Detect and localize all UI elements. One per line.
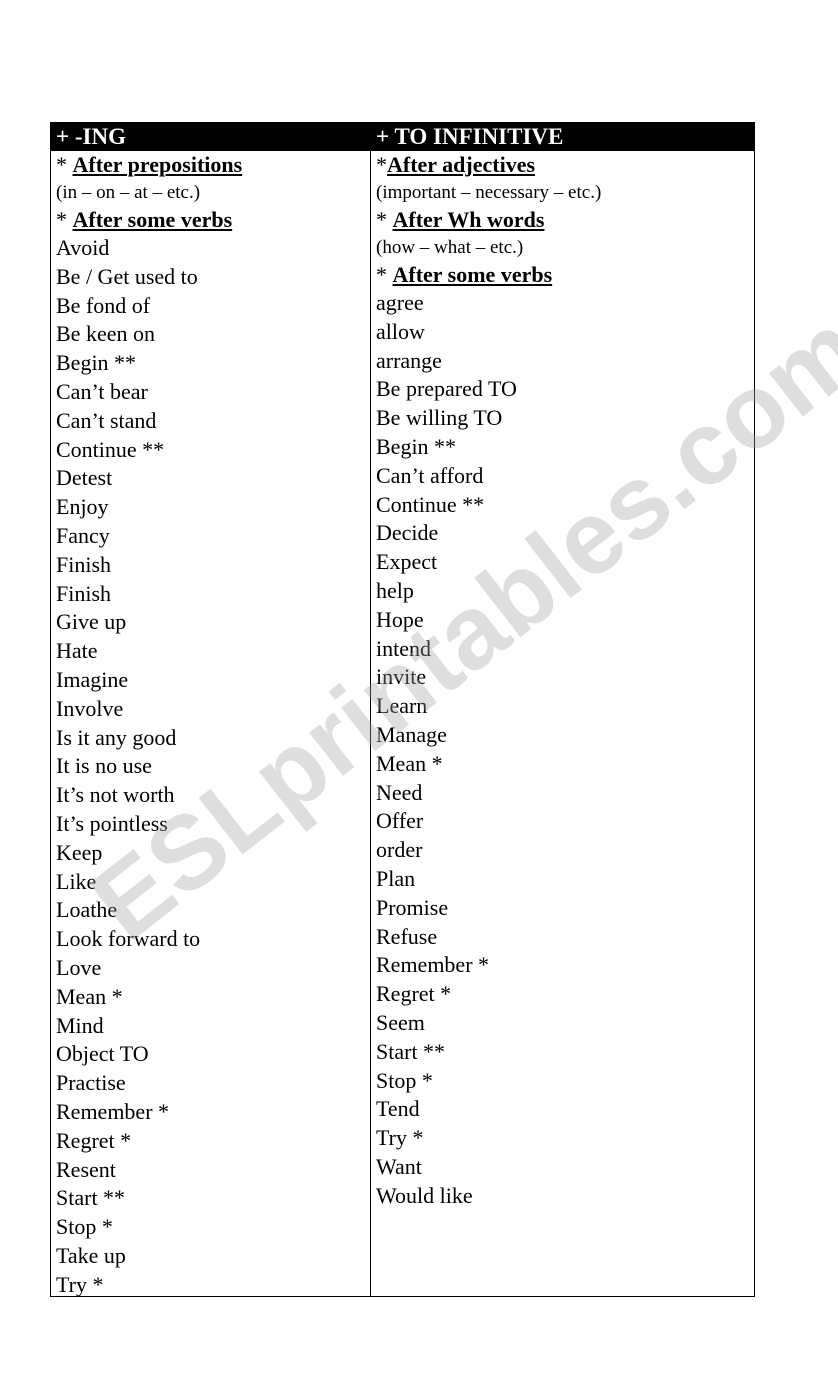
verb-item: Begin ** xyxy=(56,350,137,376)
verb-item: Loathe xyxy=(56,897,118,923)
verb-item: intend xyxy=(376,635,431,661)
verb-item: Refuse xyxy=(376,923,438,949)
verb-item: Want xyxy=(376,1153,422,1179)
verb-item: Decide xyxy=(376,520,439,546)
verb-item: Avoid xyxy=(56,235,110,260)
verb-item: Continue ** xyxy=(376,491,485,517)
verb-item: Be willing TO xyxy=(376,405,503,431)
verb-item: Can’t stand xyxy=(56,407,157,433)
verb-item: Imagine xyxy=(56,666,129,692)
verb-item: Be / Get used to xyxy=(56,263,198,289)
verb-item: Try * xyxy=(56,1271,104,1297)
verb-item: Seem xyxy=(376,1009,425,1035)
verb-item: Fancy xyxy=(56,522,110,548)
verb-item: Is it any good xyxy=(56,724,177,750)
verb-item: Remember * xyxy=(56,1098,170,1124)
section-after-some-verbs: * After some verbs xyxy=(56,207,233,232)
verb-item: It is no use xyxy=(56,753,152,779)
verb-item: allow xyxy=(376,318,425,344)
verb-item: Expect xyxy=(376,549,438,575)
verb-item: Enjoy xyxy=(56,494,109,520)
verb-item: Be prepared TO xyxy=(376,376,517,402)
to-infinitive-column: *After adjectives (important – necessary… xyxy=(371,151,754,1296)
verb-item: Plan xyxy=(376,865,416,891)
verb-item: Start ** xyxy=(376,1038,446,1064)
verb-item: Object TO xyxy=(56,1041,149,1067)
verb-item: Offer xyxy=(376,808,424,834)
verb-item: It’s not worth xyxy=(56,782,175,808)
verb-item: Mean * xyxy=(56,983,123,1009)
note-adjectives: (important – necessary – etc.) xyxy=(376,182,602,203)
section-after-wh-words: * After Wh words xyxy=(376,207,545,232)
verb-item: Keep xyxy=(56,839,103,865)
verb-item: Detest xyxy=(56,465,113,491)
verb-item: Take up xyxy=(56,1242,126,1268)
verb-item: Would like xyxy=(376,1182,473,1208)
verb-pattern-table: + -ING + TO INFINITIVE * After prepositi… xyxy=(50,122,755,1297)
verb-item: Stop * xyxy=(56,1214,113,1240)
verb-item: Begin ** xyxy=(376,433,457,459)
verb-item: Learn xyxy=(376,693,428,719)
verb-item: Regret * xyxy=(376,981,452,1007)
verb-item: It’s pointless xyxy=(56,810,168,836)
verb-item: Finish xyxy=(56,551,112,577)
verb-item: Need xyxy=(376,779,423,805)
verb-item: Continue ** xyxy=(56,436,165,462)
verb-item: Hate xyxy=(56,638,98,664)
note-prepositions: (in – on – at – etc.) xyxy=(56,182,201,203)
verb-item: Stop * xyxy=(376,1067,433,1093)
verb-item: Mean * xyxy=(376,750,443,776)
section-after-some-verbs: * After some verbs xyxy=(376,262,553,287)
section-after-adjectives: *After adjectives xyxy=(376,152,536,177)
verb-item: Practise xyxy=(56,1070,126,1096)
verb-item: Resent xyxy=(56,1156,116,1182)
ing-column: * After prepositions (in – on – at – etc… xyxy=(51,151,371,1297)
verb-item: Try * xyxy=(376,1125,424,1151)
verb-item: Love xyxy=(56,954,102,980)
verb-item: Manage xyxy=(376,721,447,747)
verb-item: Finish xyxy=(56,580,112,606)
verb-item: Give up xyxy=(56,609,127,635)
section-after-prepositions: * After prepositions xyxy=(56,152,243,177)
verb-item: Be keen on xyxy=(56,321,155,347)
verb-item: Can’t bear xyxy=(56,378,148,404)
verb-item: Hope xyxy=(376,606,424,632)
verb-item: Start ** xyxy=(56,1185,126,1211)
verb-item: Remember * xyxy=(376,952,490,978)
verb-item: Mind xyxy=(56,1012,104,1038)
verb-item: Be fond of xyxy=(56,292,151,318)
header-to-infinitive: + TO INFINITIVE xyxy=(376,124,564,149)
verb-item: arrange xyxy=(376,347,442,373)
verb-item: Involve xyxy=(56,695,124,721)
verb-item: Look forward to xyxy=(56,926,201,952)
verb-item: Regret * xyxy=(56,1127,132,1153)
verb-item: order xyxy=(376,837,423,863)
verb-item: Promise xyxy=(376,894,449,920)
verb-item: Can’t afford xyxy=(376,462,484,488)
verb-item: Like xyxy=(56,868,97,894)
verb-item: invite xyxy=(376,664,427,690)
table-header: + -ING + TO INFINITIVE xyxy=(51,123,754,151)
verb-item: help xyxy=(376,577,414,603)
note-wh-words: (how – what – etc.) xyxy=(376,237,524,258)
verb-item: Tend xyxy=(376,1096,420,1122)
verb-item: agree xyxy=(376,290,424,315)
header-ing: + -ING xyxy=(56,124,126,149)
